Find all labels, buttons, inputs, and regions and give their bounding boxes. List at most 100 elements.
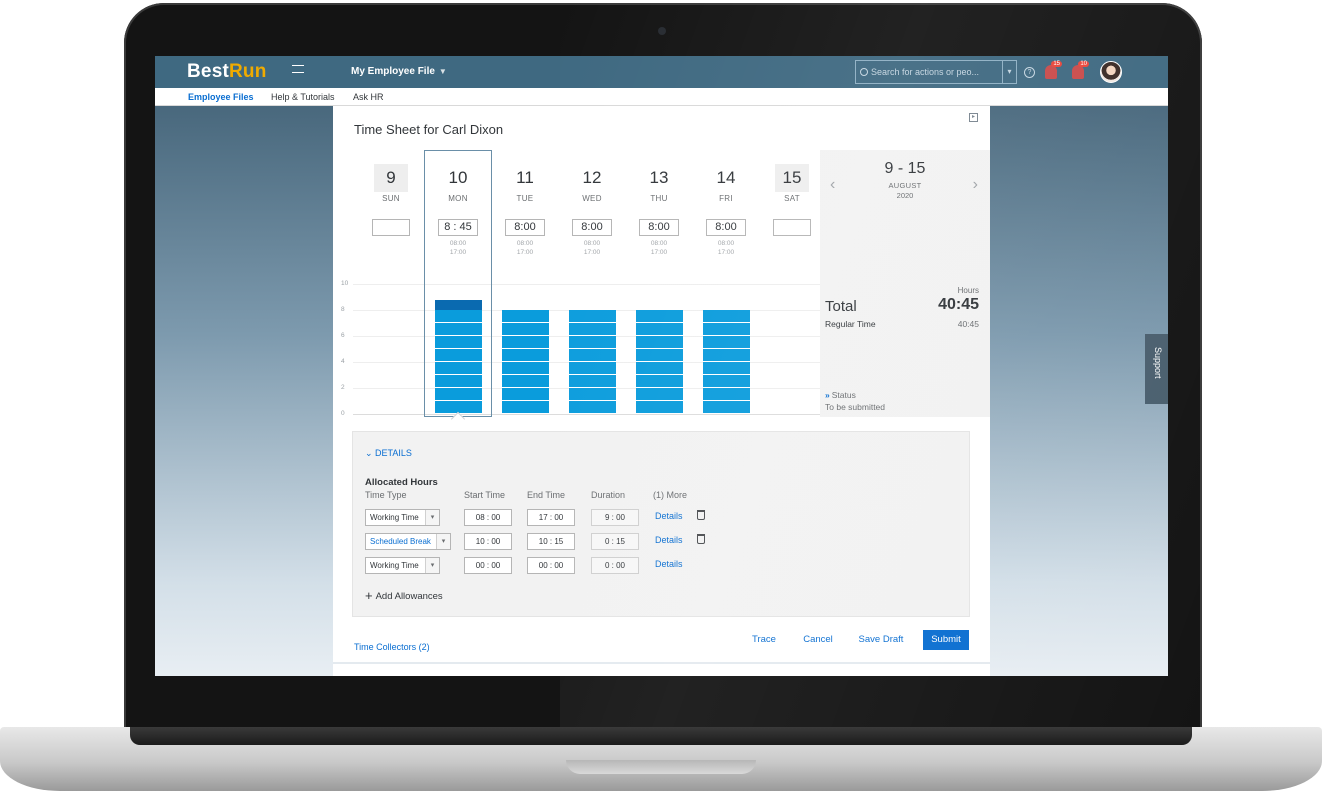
duration-field: 0 : 00 bbox=[591, 557, 639, 574]
week-grid: 10 8 6 4 2 0 9 SUN 10 MON 8 : 45 08:00 1… bbox=[333, 150, 820, 417]
time-collectors-link[interactable]: Time Collectors (2) bbox=[354, 642, 430, 652]
end-time-input[interactable]: 00 : 00 bbox=[527, 557, 575, 574]
allocated-hours-title: Allocated Hours bbox=[365, 477, 438, 488]
trace-button[interactable]: Trace bbox=[743, 630, 785, 650]
hours-label: Hours bbox=[957, 286, 979, 295]
day-column-fri[interactable]: 14 FRI 8:00 08:00 17:00 bbox=[696, 150, 756, 257]
y-tick-label: 2 bbox=[341, 384, 345, 391]
details-toggle[interactable]: ⌄ DETAILS bbox=[365, 448, 412, 459]
week-year: 2020 bbox=[896, 191, 914, 200]
planned-end: 17:00 bbox=[650, 249, 668, 256]
expand-icon[interactable]: ▸ bbox=[969, 113, 978, 122]
day-name: SUN bbox=[382, 194, 400, 203]
day-column-sat[interactable]: 15 SAT bbox=[762, 150, 822, 236]
help-icon[interactable]: ? bbox=[1024, 67, 1035, 78]
day-time-input[interactable]: 8:00 bbox=[572, 219, 612, 236]
subnav-help-tutorials[interactable]: Help & Tutorials bbox=[271, 92, 335, 102]
day-number: 11 bbox=[516, 168, 534, 187]
hours-bar-wed[interactable] bbox=[569, 310, 616, 414]
y-tick-label: 6 bbox=[341, 332, 345, 339]
company-logo[interactable]: BestRun bbox=[187, 61, 267, 83]
delete-icon[interactable] bbox=[697, 534, 705, 544]
details-link[interactable]: Details bbox=[655, 535, 683, 545]
laptop-mockup: BestRun My Employee File ▼ Search for act… bbox=[0, 0, 1322, 805]
day-time-input[interactable]: 8:00 bbox=[706, 219, 746, 236]
subnav-employee-files[interactable]: Employee Files bbox=[188, 92, 254, 102]
day-name: WED bbox=[582, 194, 602, 203]
planned-start: 08:00 bbox=[650, 240, 668, 247]
column-header-duration: Duration bbox=[591, 490, 626, 500]
day-number: 14 bbox=[716, 168, 736, 187]
cancel-button[interactable]: Cancel bbox=[795, 630, 841, 650]
status-label: » Status bbox=[825, 390, 856, 400]
save-draft-button[interactable]: Save Draft bbox=[849, 630, 913, 650]
logo-lines-icon bbox=[292, 65, 304, 73]
hours-bar-thu[interactable] bbox=[636, 310, 683, 414]
laptop-hinge bbox=[130, 727, 1192, 745]
start-time-input[interactable]: 08 : 00 bbox=[464, 509, 512, 526]
sub-navigation: Employee Files Help & Tutorials Ask HR bbox=[155, 88, 1168, 106]
time-type-select[interactable]: Scheduled Break ▾ bbox=[365, 533, 451, 550]
regular-time-label: Regular Time bbox=[825, 319, 876, 329]
chevron-down-icon: ▾ bbox=[425, 510, 439, 525]
hours-bar-tue[interactable] bbox=[502, 310, 549, 414]
selected-day-frame bbox=[424, 150, 492, 417]
todo-icon[interactable]: 10 bbox=[1072, 61, 1089, 79]
notification-icon[interactable]: 15 bbox=[1045, 61, 1062, 79]
chevron-down-icon: ▼ bbox=[438, 67, 447, 76]
day-number: 13 bbox=[649, 168, 669, 187]
chevron-down-icon: ⌄ bbox=[365, 448, 376, 458]
day-column-sun[interactable]: 9 SUN bbox=[361, 150, 421, 236]
search-input[interactable]: Search for actions or peo... bbox=[855, 60, 1003, 84]
day-number: 12 bbox=[582, 168, 602, 187]
todo-badge: 10 bbox=[1078, 61, 1089, 67]
planned-start: 08:00 bbox=[516, 240, 534, 247]
planned-end: 17:00 bbox=[583, 249, 601, 256]
app-menu-button[interactable]: My Employee File ▼ bbox=[351, 66, 447, 77]
planned-start: 08:00 bbox=[717, 240, 735, 247]
camera-icon bbox=[658, 27, 666, 35]
timesheet-panel: Time Sheet for Carl Dixon ▸ 10 8 6 4 2 0… bbox=[333, 106, 990, 676]
laptop-notch bbox=[566, 760, 756, 774]
end-time-input[interactable]: 10 : 15 bbox=[527, 533, 575, 550]
chevron-down-icon: ▾ bbox=[425, 558, 439, 573]
column-header-more[interactable]: (1) More bbox=[653, 490, 687, 500]
start-time-input[interactable]: 10 : 00 bbox=[464, 533, 512, 550]
details-link[interactable]: Details bbox=[655, 511, 683, 521]
y-tick-label: 8 bbox=[341, 306, 345, 313]
day-time-input[interactable] bbox=[773, 219, 811, 236]
end-time-input[interactable]: 17 : 00 bbox=[527, 509, 575, 526]
start-time-input[interactable]: 00 : 00 bbox=[464, 557, 512, 574]
details-section: ⌄ DETAILS Allocated Hours Time Type Star… bbox=[352, 431, 970, 617]
day-name: TUE bbox=[516, 194, 534, 203]
subnav-ask-hr[interactable]: Ask HR bbox=[353, 92, 384, 102]
planned-end: 17:00 bbox=[717, 249, 735, 256]
day-time-input[interactable]: 8:00 bbox=[505, 219, 545, 236]
day-name: FRI bbox=[719, 194, 733, 203]
day-name: THU bbox=[650, 194, 668, 203]
time-type-select[interactable]: Working Time ▾ bbox=[365, 557, 440, 574]
plus-icon: + bbox=[365, 588, 373, 603]
column-header-end-time: End Time bbox=[527, 490, 566, 500]
day-column-wed[interactable]: 12 WED 8:00 08:00 17:00 bbox=[562, 150, 622, 257]
time-type-select[interactable]: Working Time ▾ bbox=[365, 509, 440, 526]
duration-field: 9 : 00 bbox=[591, 509, 639, 526]
search-scope-dropdown[interactable]: ▾ bbox=[1003, 60, 1017, 84]
day-time-input[interactable]: 8:00 bbox=[639, 219, 679, 236]
column-header-time-type: Time Type bbox=[365, 490, 407, 500]
total-label: Total bbox=[825, 298, 857, 315]
details-link[interactable]: Details bbox=[655, 559, 683, 569]
day-time-input[interactable] bbox=[372, 219, 410, 236]
add-allowances-button[interactable]: + Add Allowances bbox=[365, 588, 443, 603]
day-column-thu[interactable]: 13 THU 8:00 08:00 17:00 bbox=[629, 150, 689, 257]
search-icon bbox=[860, 68, 868, 76]
delete-icon[interactable] bbox=[697, 510, 705, 520]
page-title: Time Sheet for Carl Dixon bbox=[354, 122, 504, 137]
duration-field: 0 : 15 bbox=[591, 533, 639, 550]
support-tab[interactable]: Support bbox=[1145, 334, 1168, 404]
submit-button[interactable]: Submit bbox=[923, 630, 969, 650]
day-column-tue[interactable]: 11 TUE 8:00 08:00 17:00 bbox=[495, 150, 555, 257]
column-header-start-time: Start Time bbox=[464, 490, 506, 500]
hours-bar-fri[interactable] bbox=[703, 310, 750, 414]
avatar[interactable] bbox=[1100, 61, 1122, 83]
